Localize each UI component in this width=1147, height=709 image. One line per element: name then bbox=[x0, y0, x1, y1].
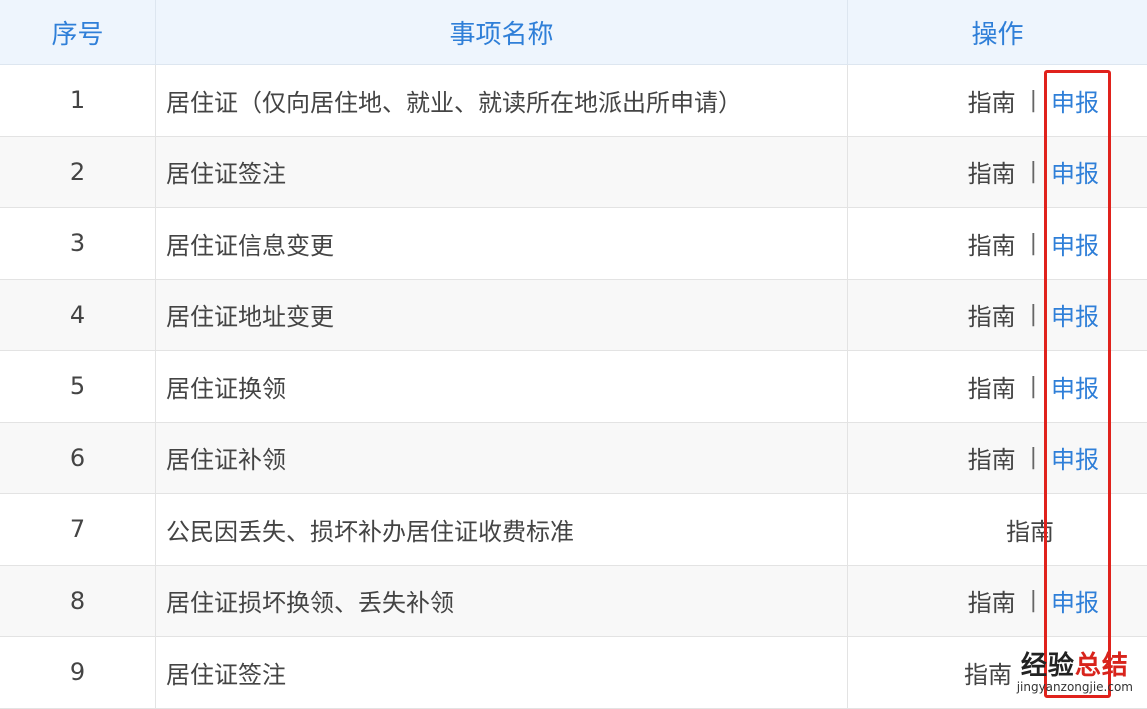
service-table: 序号 事项名称 操作 1 居住证（仅向居住地、就业、就读所在地派出所申请） 指南… bbox=[0, 0, 1147, 709]
row-name: 居住证签注 bbox=[156, 637, 848, 708]
row-no: 4 bbox=[0, 279, 156, 350]
watermark-main-part2: 总结 bbox=[1074, 651, 1129, 681]
row-actions: 指南 | 申报 bbox=[848, 566, 1147, 637]
guide-link[interactable]: 指南 bbox=[968, 583, 1016, 618]
row-actions: 指南 bbox=[848, 494, 1147, 565]
apply-link[interactable]: 申报 bbox=[1051, 369, 1099, 404]
action-separator: | bbox=[1029, 230, 1037, 256]
row-actions: 指南 | 申报 bbox=[848, 65, 1147, 136]
row-name: 居住证补领 bbox=[156, 422, 848, 493]
row-no: 6 bbox=[0, 422, 156, 493]
guide-link[interactable]: 指南 bbox=[968, 226, 1016, 261]
row-actions: 指南 | 申报 bbox=[848, 423, 1147, 494]
table-row: 1 居住证（仅向居住地、就业、就读所在地派出所申请） 指南 | 申报 bbox=[0, 65, 1147, 137]
guide-link[interactable]: 指南 bbox=[968, 369, 1016, 404]
guide-link[interactable]: 指南 bbox=[968, 154, 1016, 189]
apply-link[interactable]: 申报 bbox=[1051, 154, 1099, 189]
row-no: 5 bbox=[0, 351, 156, 422]
row-actions: 指南 | 申报 bbox=[848, 137, 1147, 208]
table-row: 4 居住证地址变更 指南 | 申报 bbox=[0, 279, 1147, 351]
row-no: 9 bbox=[0, 637, 156, 708]
row-name: 公民因丢失、损坏补办居住证收费标准 bbox=[156, 494, 848, 565]
watermark-logo: 经验总结 jingyanzongjie.com bbox=[1017, 653, 1133, 693]
action-separator: | bbox=[1029, 445, 1037, 471]
row-no: 8 bbox=[0, 565, 156, 636]
apply-link[interactable]: 申报 bbox=[1051, 440, 1099, 475]
apply-link[interactable]: 申报 bbox=[1051, 83, 1099, 118]
guide-link[interactable]: 指南 bbox=[968, 83, 1016, 118]
row-name: 居住证地址变更 bbox=[156, 279, 848, 350]
action-separator: | bbox=[1029, 87, 1037, 113]
row-actions: 指南 | 申报 bbox=[848, 208, 1147, 279]
header-op: 操作 bbox=[971, 19, 1024, 50]
header-name: 事项名称 bbox=[156, 0, 848, 64]
action-separator: | bbox=[1029, 588, 1037, 614]
apply-link[interactable]: 申报 bbox=[1051, 583, 1099, 618]
row-name: 居住证签注 bbox=[156, 136, 848, 207]
row-no: 7 bbox=[0, 494, 156, 565]
action-separator: | bbox=[1029, 373, 1037, 399]
row-name: 居住证损坏换领、丢失补领 bbox=[156, 565, 848, 636]
action-separator: | bbox=[1029, 159, 1037, 185]
row-name: 居住证信息变更 bbox=[156, 208, 848, 279]
apply-link[interactable]: 申报 bbox=[1051, 297, 1099, 332]
guide-link[interactable]: 指南 bbox=[964, 655, 1012, 690]
guide-link[interactable]: 指南 bbox=[968, 297, 1016, 332]
row-actions: 指南 | 申报 bbox=[848, 351, 1147, 422]
row-name: 居住证（仅向居住地、就业、就读所在地派出所申请） bbox=[156, 65, 848, 136]
apply-link[interactable]: 申报 bbox=[1051, 226, 1099, 261]
table-row: 6 居住证补领 指南 | 申报 bbox=[0, 422, 1147, 494]
table-row: 8 居住证损坏换领、丢失补领 指南 | 申报 bbox=[0, 565, 1147, 637]
header-no: 序号 bbox=[0, 0, 156, 64]
table-row: 9 居住证签注 指南 bbox=[0, 637, 1147, 709]
table-header-row: 序号 事项名称 操作 bbox=[0, 0, 1147, 65]
table-row: 7 公民因丢失、损坏补办居住证收费标准 指南 bbox=[0, 494, 1147, 566]
action-separator: | bbox=[1029, 302, 1037, 328]
row-name: 居住证换领 bbox=[156, 351, 848, 422]
guide-link[interactable]: 指南 bbox=[968, 440, 1016, 475]
row-no: 3 bbox=[0, 208, 156, 279]
row-no: 1 bbox=[0, 65, 156, 136]
table-row: 5 居住证换领 指南 | 申报 bbox=[0, 351, 1147, 423]
row-no: 2 bbox=[0, 136, 156, 207]
guide-link[interactable]: 指南 bbox=[1006, 512, 1054, 547]
table-row: 2 居住证签注 指南 | 申报 bbox=[0, 136, 1147, 208]
table-row: 3 居住证信息变更 指南 | 申报 bbox=[0, 208, 1147, 280]
watermark-sub: jingyanzongjie.com bbox=[1016, 680, 1133, 694]
row-actions: 指南 | 申报 bbox=[848, 280, 1147, 351]
watermark-main-part1: 经验 bbox=[1020, 651, 1075, 681]
